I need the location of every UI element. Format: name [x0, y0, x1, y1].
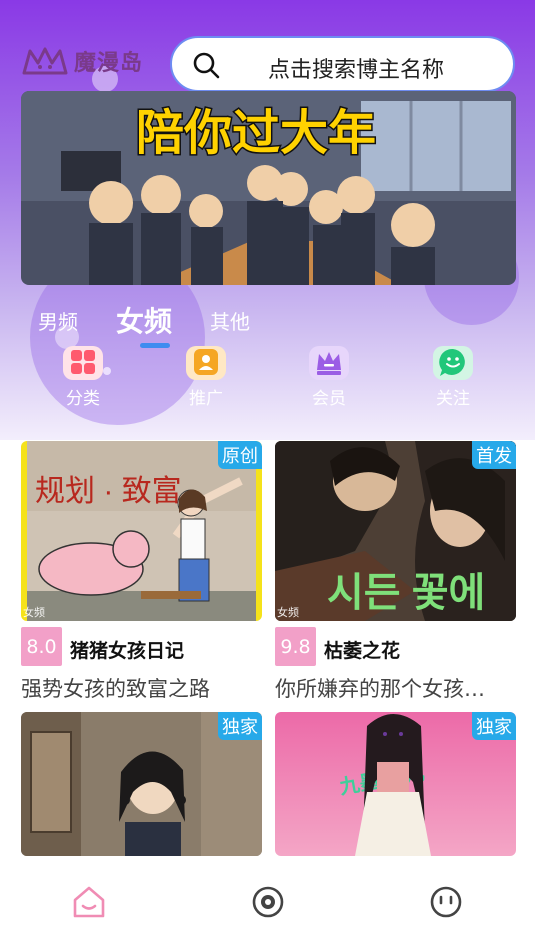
quick-links: 分类 推广 会员 关注 [0, 346, 535, 416]
comic-score: 9.8 [275, 627, 316, 666]
bottom-navigation [0, 856, 535, 951]
category-tabs: 男频 女频 其他 [0, 296, 535, 352]
comic-card[interactable]: 시든 꽃에 首发 女频 9.8 枯萎之花 你所嫌弃的那个女孩… [275, 441, 516, 703]
quick-link-follow[interactable]: 关注 [418, 346, 488, 416]
smile-chat-icon [433, 346, 473, 380]
discover-icon[interactable] [250, 884, 286, 920]
comic-genre: 女频 [23, 606, 45, 619]
search-bar[interactable]: 点击搜索博主名称 [170, 36, 515, 92]
tab-female[interactable]: 女频 [116, 300, 172, 340]
comic-badge: 独家 [218, 712, 262, 740]
search-icon [193, 52, 220, 79]
banner-illustration: 陪你过大年 [21, 91, 516, 285]
search-placeholder: 点击搜索博主名称 [268, 58, 445, 83]
banner-headline: 陪你过大年 [136, 107, 376, 160]
quick-link-label: 会员 [312, 389, 346, 409]
comic-card[interactable]: 独家 [21, 712, 262, 856]
app-logo: 魔漫岛 [22, 45, 143, 77]
comic-score: 8.0 [21, 627, 62, 666]
tab-male[interactable]: 男频 [38, 306, 78, 335]
comic-cover[interactable]: 规划 · 致富 原创 女频 [21, 441, 262, 621]
person-icon [186, 346, 226, 380]
quick-link-label: 推广 [189, 389, 223, 409]
cover-slogan: 시든 꽃에 [327, 571, 485, 615]
grid-icon [63, 346, 103, 380]
crown-icon [309, 346, 349, 380]
quick-link-category[interactable]: 分类 [48, 346, 118, 416]
comic-cover[interactable]: 九墨 灵儿 独家 [275, 712, 516, 856]
comic-genre: 女频 [277, 606, 299, 619]
promo-banner[interactable]: 陪你过大年 [21, 91, 516, 285]
comic-card[interactable]: 九墨 灵儿 独家 [275, 712, 516, 856]
comic-cover[interactable]: 独家 [21, 712, 262, 856]
quick-link-label: 关注 [436, 389, 470, 409]
comic-badge: 原创 [218, 441, 262, 469]
cover-slogan: 规划 · 致富 [35, 475, 182, 508]
comic-title: 枯萎之花 [324, 640, 401, 662]
comic-badge: 独家 [472, 712, 516, 740]
profile-icon[interactable] [428, 884, 464, 920]
app-name: 魔漫岛 [74, 51, 144, 76]
quick-link-label: 分类 [66, 389, 100, 409]
comic-description: 你所嫌弃的那个女孩… [275, 677, 485, 701]
comic-description: 强势女孩的致富之路 [21, 677, 210, 701]
top-bar: 魔漫岛 点击搜索博主名称 [0, 36, 535, 92]
home-icon[interactable] [71, 884, 107, 920]
quick-link-vip[interactable]: 会员 [294, 346, 364, 416]
quick-link-promote[interactable]: 推广 [171, 346, 241, 416]
tab-other[interactable]: 其他 [210, 306, 250, 335]
comic-card[interactable]: 规划 · 致富 原创 女频 8.0 猪猪女孩日记 强势女孩的致富之路 [21, 441, 262, 703]
logo-mark-icon [22, 47, 68, 75]
comic-badge: 首发 [472, 441, 516, 469]
comic-cover[interactable]: 시든 꽃에 首发 女频 [275, 441, 516, 621]
comic-title: 猪猪女孩日记 [70, 640, 185, 662]
